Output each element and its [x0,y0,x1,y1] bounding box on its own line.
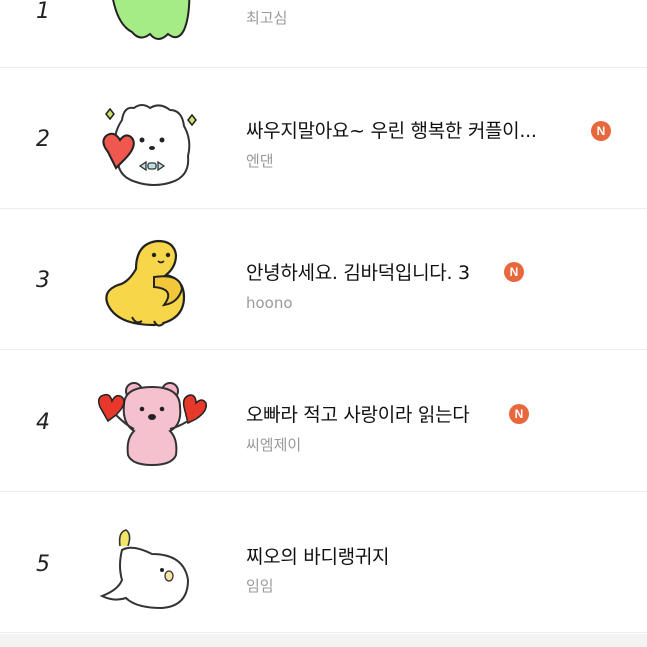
frog-sticker-icon [112,0,191,40]
sticker-thumbnail-bear-heart [92,84,212,194]
list-item[interactable]: 4 오빠라 적고 사랑이라 읽는다 N 씨엠제이 [0,351,647,492]
author-name: hoono [246,294,293,312]
author-name: 씨엠제이 [246,436,302,454]
sticker-title: 안녕하세요. 김바덕입니다. 3 [246,262,470,284]
new-badge: N [509,404,529,424]
rank-number: 4 [36,410,50,435]
rank-number: 3 [36,268,50,293]
yellow-duck-sticker-icon [105,239,186,327]
list-item[interactable]: 1 최고심 [0,0,647,68]
sticker-ranking-list: 1 최고심 2 싸우지말아요~ 우린 행복한 커플이... N 엔댄 3 안녕하… [0,0,647,647]
new-badge: N [504,262,524,282]
rank-number: 5 [36,552,50,577]
list-bottom-divider [0,634,647,647]
sticker-thumbnail-white-blob [92,510,212,620]
white-blob-sticker-icon [99,529,190,610]
sticker-thumbnail-duck [92,225,212,335]
sticker-title: 찌오의 바디랭귀지 [246,546,390,568]
new-badge: N [591,121,611,141]
pink-bear-sticker-icon [97,382,208,467]
white-bear-sticker-icon [102,104,197,186]
author-name: 임임 [246,577,274,595]
rank-number: 2 [36,127,50,152]
author-name: 엔댄 [246,152,274,170]
rank-number: 1 [36,0,50,24]
list-item[interactable]: 2 싸우지말아요~ 우린 행복한 커플이... N 엔댄 [0,68,647,209]
sticker-thumbnail-pink-bear [92,367,212,477]
list-item[interactable]: 3 안녕하세요. 김바덕입니다. 3 N hoono [0,209,647,350]
sticker-title: 싸우지말아요~ 우린 행복한 커플이... [246,120,537,142]
list-item[interactable]: 5 찌오의 바디랭귀지 임임 [0,492,647,633]
sticker-thumbnail-frog [92,0,212,62]
sticker-title: 오빠라 적고 사랑이라 읽는다 [246,404,470,426]
author-name: 최고심 [246,9,288,27]
